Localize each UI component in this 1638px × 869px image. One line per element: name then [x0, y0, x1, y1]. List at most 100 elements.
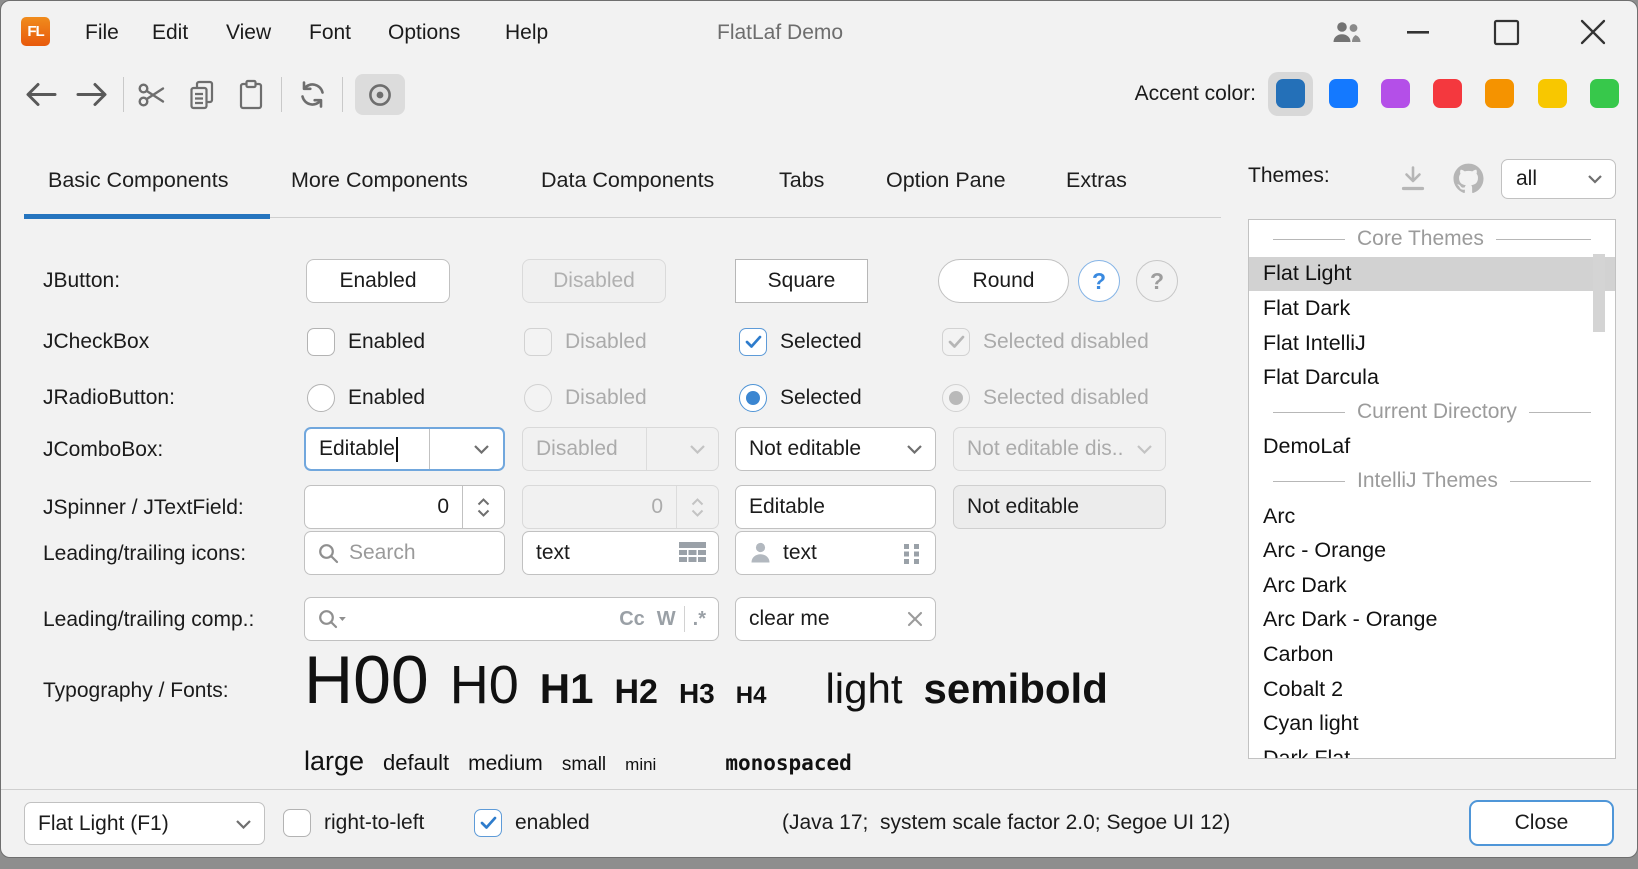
theme-item-arc-orange[interactable]: Arc - Orange [1249, 533, 1615, 568]
mini-size-sample: mini [625, 755, 656, 775]
close-button[interactable]: Close [1469, 800, 1614, 846]
monospaced-sample: monospaced [725, 751, 851, 775]
chevron-down-icon[interactable] [222, 803, 264, 844]
checkbox-label: Enabled [348, 330, 425, 354]
forward-button[interactable] [71, 74, 111, 115]
tab-extras[interactable]: Extras [1066, 168, 1127, 193]
app-logo: FL [21, 17, 50, 46]
accent-swatch-yellow[interactable] [1538, 79, 1567, 108]
search-dropdown-icon[interactable] [317, 608, 347, 631]
theme-item-carbon[interactable]: Carbon [1249, 637, 1615, 672]
theme-item-flat-darcula[interactable]: Flat Darcula [1249, 360, 1615, 395]
back-button[interactable] [21, 74, 61, 115]
tab-option-pane[interactable]: Option Pane [886, 168, 1006, 193]
spinner-buttons[interactable] [462, 486, 504, 528]
combobox-not-editable-disabled: Not editable dis... [953, 427, 1166, 471]
theme-item-dark-flat[interactable]: Dark Flat [1249, 741, 1615, 759]
search-input[interactable] [349, 532, 494, 574]
refresh-icon[interactable] [293, 74, 331, 115]
medium-size-sample: medium [468, 752, 543, 776]
tab-basic-components[interactable]: Basic Components [48, 168, 228, 193]
close-window-icon[interactable] [1579, 18, 1607, 46]
user-icon [748, 541, 773, 565]
spinner[interactable]: 0 [304, 485, 505, 529]
search-with-options-field[interactable]: Cc W .* [304, 597, 719, 641]
menu-options[interactable]: Options [388, 21, 460, 45]
accent-swatch-orange[interactable] [1485, 79, 1514, 108]
menu-font[interactable]: Font [309, 21, 351, 45]
accent-swatch-blue[interactable] [1329, 79, 1358, 108]
app-window: FL File Edit View Font Options Help Flat… [0, 0, 1638, 858]
theme-item-cyan-light[interactable]: Cyan light [1249, 706, 1615, 741]
typography-sizes: large default medium small mini monospac… [304, 746, 852, 777]
accent-swatch-default-blue[interactable] [1276, 79, 1305, 108]
grid-list-icon[interactable] [902, 543, 923, 564]
match-case-toggle[interactable]: Cc [619, 608, 645, 631]
chevron-down-icon[interactable] [461, 429, 503, 469]
enabled-button[interactable]: Enabled [306, 259, 450, 303]
menu-view[interactable]: View [226, 21, 271, 45]
accent-swatch-green[interactable] [1590, 79, 1619, 108]
toolbar-separator [281, 77, 282, 112]
show-hidden-toggle[interactable] [355, 74, 405, 115]
theme-item-flat-light[interactable]: Flat Light [1249, 257, 1615, 292]
themes-filter-combobox[interactable]: all [1501, 159, 1616, 199]
combobox-not-editable[interactable]: Not editable [735, 427, 936, 471]
theme-item-demolaf[interactable]: DemoLaf [1249, 430, 1615, 465]
spinner-value: 0 [523, 495, 676, 519]
combobox-editable[interactable]: Editable [304, 427, 505, 471]
regex-toggle[interactable]: .* [693, 608, 706, 631]
h1-sample: H1 [540, 665, 594, 713]
clearable-textfield[interactable]: clear me [735, 597, 936, 641]
tab-tabs[interactable]: Tabs [779, 168, 824, 193]
square-button[interactable]: Square [735, 259, 868, 303]
cut-icon[interactable] [133, 74, 171, 115]
minimize-button[interactable] [1405, 18, 1431, 46]
spinner-value[interactable]: 0 [305, 495, 462, 519]
enabled-checkbox[interactable]: enabled [474, 809, 590, 837]
radio-enabled[interactable]: Enabled [307, 384, 425, 412]
tab-data-components[interactable]: Data Components [541, 168, 714, 193]
textfield-leading-user[interactable]: text [735, 531, 936, 575]
checkbox-enabled[interactable]: Enabled [307, 328, 425, 356]
clear-icon[interactable] [907, 611, 923, 627]
github-icon[interactable] [1451, 161, 1486, 201]
right-to-left-checkbox[interactable]: right-to-left [283, 809, 424, 837]
menu-edit[interactable]: Edit [152, 21, 188, 45]
theme-item-arc-dark[interactable]: Arc Dark [1249, 568, 1615, 603]
combobox-value: Not editable dis... [954, 437, 1123, 461]
theme-item-flat-dark[interactable]: Flat Dark [1249, 291, 1615, 326]
h2-sample: H2 [614, 673, 657, 712]
theme-item-arc[interactable]: Arc [1249, 499, 1615, 534]
theme-item-cobalt-2[interactable]: Cobalt 2 [1249, 672, 1615, 707]
help-button[interactable]: ? [1078, 260, 1120, 302]
round-button[interactable]: Round [938, 259, 1069, 303]
theme-item-flat-intellij[interactable]: Flat IntelliJ [1249, 326, 1615, 361]
themes-scrollbar-thumb[interactable] [1593, 254, 1605, 332]
users-icon[interactable] [1331, 18, 1363, 46]
menu-help[interactable]: Help [505, 21, 548, 45]
accent-swatch-purple[interactable] [1381, 79, 1410, 108]
radio-selected[interactable]: Selected [739, 384, 862, 412]
maximize-button[interactable] [1493, 18, 1520, 46]
textfield-trailing-table[interactable]: text [522, 531, 719, 575]
theme-item-arc-dark-orange[interactable]: Arc Dark - Orange [1249, 603, 1615, 638]
chevron-down-icon[interactable] [893, 428, 935, 470]
textfield-editable[interactable]: Editable [735, 485, 936, 529]
checkbox-selected[interactable]: Selected [739, 328, 862, 356]
copy-icon[interactable] [183, 74, 221, 115]
search-field[interactable] [304, 531, 505, 575]
textfield-value: clear me [736, 607, 830, 631]
paste-icon[interactable] [233, 74, 269, 115]
whole-words-toggle[interactable]: W [657, 608, 676, 631]
runtime-info-text: (Java 17; system scale factor 2.0; Segoe… [782, 811, 1230, 835]
accent-swatch-red[interactable] [1433, 79, 1462, 108]
h4-sample: H4 [736, 682, 767, 710]
toolbar-separator [123, 77, 124, 112]
laf-selector-combobox[interactable]: Flat Light (F1) [24, 802, 265, 845]
download-themes-icon[interactable] [1397, 163, 1429, 200]
tab-more-components[interactable]: More Components [291, 168, 468, 193]
checkbox-label: Selected [780, 330, 862, 354]
menu-file[interactable]: File [85, 21, 119, 45]
jcheckbox-row-label: JCheckBox [43, 330, 149, 354]
